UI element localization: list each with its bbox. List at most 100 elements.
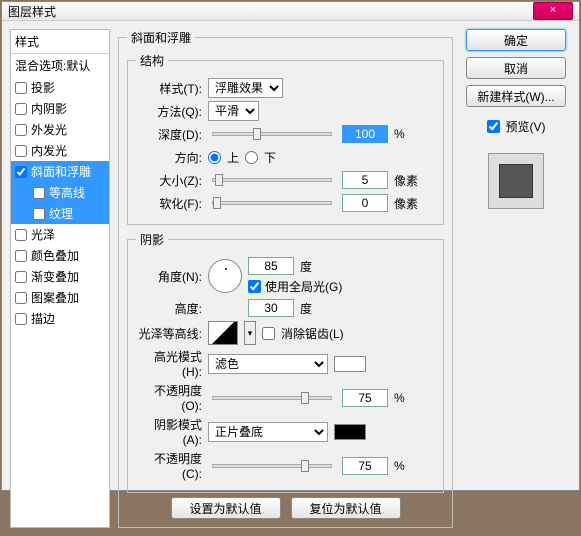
- sidebar-item-5[interactable]: 等高线: [11, 182, 109, 203]
- sidebar-checkbox-9[interactable]: [15, 271, 27, 283]
- layer-style-dialog: 图层样式 × 样式 混合选项:默认 投影内阴影外发光内发光斜面和浮雕等高线纹理光…: [1, 1, 580, 491]
- titlebar[interactable]: 图层样式 ×: [2, 2, 579, 21]
- sidebar-checkbox-6[interactable]: [33, 208, 45, 220]
- angle-input[interactable]: [248, 257, 294, 275]
- size-input[interactable]: [342, 171, 388, 189]
- depth-label: 深度(D):: [136, 126, 202, 143]
- sidebar-label-9: 渐变叠加: [31, 268, 79, 285]
- highlight-mode-label: 高光模式(H):: [136, 348, 202, 379]
- soften-slider[interactable]: [212, 201, 332, 205]
- size-label: 大小(Z):: [136, 172, 202, 189]
- shadow-op-input[interactable]: [342, 457, 388, 475]
- highlight-color[interactable]: [334, 356, 366, 372]
- cancel-button[interactable]: 取消: [466, 57, 566, 79]
- altitude-unit: 度: [300, 300, 312, 317]
- sidebar-item-3[interactable]: 内发光: [11, 140, 109, 161]
- depth-slider[interactable]: [212, 132, 332, 136]
- size-unit: 像素: [394, 172, 418, 189]
- depth-input[interactable]: [342, 125, 388, 143]
- global-light-checkbox[interactable]: [248, 280, 261, 293]
- direction-label: 方向:: [136, 149, 202, 166]
- depth-unit: %: [394, 127, 418, 141]
- ok-button[interactable]: 确定: [466, 29, 566, 51]
- structure-legend: 结构: [136, 52, 168, 69]
- right-panel: 确定 取消 新建样式(W)... 预览(V): [461, 29, 571, 528]
- sidebar-item-6[interactable]: 纹理: [11, 203, 109, 224]
- soften-label: 软化(F):: [136, 195, 202, 212]
- make-default-button[interactable]: 设置为默认值: [171, 497, 281, 519]
- sidebar-item-7[interactable]: 光泽: [11, 224, 109, 245]
- shading-fieldset: 阴影 角度(N): 度 使用全局光(G): [127, 231, 444, 493]
- structure-fieldset: 结构 样式(T): 浮雕效果 方法(Q): 平滑 深度(D): %: [127, 52, 444, 225]
- reset-default-button[interactable]: 复位为默认值: [291, 497, 401, 519]
- shading-legend: 阴影: [136, 231, 168, 248]
- preview-label: 预览(V): [506, 118, 546, 135]
- sidebar-checkbox-7[interactable]: [15, 229, 27, 241]
- new-style-button[interactable]: 新建样式(W)...: [466, 85, 566, 107]
- sidebar-item-8[interactable]: 颜色叠加: [11, 245, 109, 266]
- sidebar-item-2[interactable]: 外发光: [11, 119, 109, 140]
- sidebar-item-11[interactable]: 描边: [11, 308, 109, 329]
- sidebar-label-2: 外发光: [31, 121, 67, 138]
- highlight-op-unit: %: [394, 391, 418, 405]
- sidebar-label-0: 投影: [31, 79, 55, 96]
- angle-unit: 度: [300, 258, 312, 275]
- sidebar-item-9[interactable]: 渐变叠加: [11, 266, 109, 287]
- gloss-contour[interactable]: [208, 321, 238, 345]
- sidebar-checkbox-0[interactable]: [15, 82, 27, 94]
- global-light-label: 使用全局光(G): [265, 278, 342, 295]
- shadow-op-label: 不透明度(C):: [136, 450, 202, 481]
- angle-label: 角度(N):: [136, 268, 202, 285]
- sidebar-checkbox-2[interactable]: [15, 124, 27, 136]
- highlight-op-input[interactable]: [342, 389, 388, 407]
- size-slider[interactable]: [212, 178, 332, 182]
- window-title: 图层样式: [8, 3, 56, 20]
- sidebar-item-1[interactable]: 内阴影: [11, 98, 109, 119]
- preview-checkbox[interactable]: [487, 120, 500, 133]
- sidebar-label-7: 光泽: [31, 226, 55, 243]
- highlight-mode-select[interactable]: 滤色: [208, 354, 328, 374]
- style-label: 样式(T):: [136, 80, 202, 97]
- down-label: 下: [264, 149, 276, 166]
- sidebar-checkbox-5[interactable]: [33, 187, 45, 199]
- shadow-op-slider[interactable]: [212, 464, 332, 468]
- highlight-op-slider[interactable]: [212, 396, 332, 400]
- sidebar-item-10[interactable]: 图案叠加: [11, 287, 109, 308]
- direction-up-radio[interactable]: [208, 151, 221, 164]
- gloss-contour-drop[interactable]: ▾: [244, 321, 256, 345]
- sidebar-checkbox-4[interactable]: [15, 166, 27, 178]
- angle-dial[interactable]: [208, 259, 242, 293]
- technique-label: 方法(Q):: [136, 103, 202, 120]
- sidebar-blend-header[interactable]: 混合选项:默认: [11, 54, 109, 77]
- soften-unit: 像素: [394, 195, 418, 212]
- sidebar-checkbox-1[interactable]: [15, 103, 27, 115]
- up-label: 上: [227, 149, 239, 166]
- sidebar-label-6: 纹理: [49, 205, 73, 222]
- sidebar-checkbox-11[interactable]: [15, 313, 27, 325]
- technique-select[interactable]: 平滑: [208, 101, 259, 121]
- altitude-label: 高度:: [136, 300, 202, 317]
- altitude-input[interactable]: [248, 299, 294, 317]
- sidebar-label-3: 内发光: [31, 142, 67, 159]
- sidebar-label-11: 描边: [31, 310, 55, 327]
- antialias-checkbox[interactable]: [262, 327, 275, 340]
- shadow-mode-select[interactable]: 正片叠底: [208, 422, 328, 442]
- bevel-legend: 斜面和浮雕: [127, 29, 195, 46]
- close-button[interactable]: ×: [533, 2, 573, 20]
- shadow-mode-label: 阴影模式(A):: [136, 416, 202, 447]
- style-select[interactable]: 浮雕效果: [208, 78, 283, 98]
- sidebar-label-4: 斜面和浮雕: [31, 163, 91, 180]
- sidebar-label-10: 图案叠加: [31, 289, 79, 306]
- soften-input[interactable]: [342, 194, 388, 212]
- shadow-op-unit: %: [394, 459, 418, 473]
- highlight-op-label: 不透明度(O):: [136, 382, 202, 413]
- shadow-color[interactable]: [334, 424, 366, 440]
- sidebar-item-0[interactable]: 投影: [11, 77, 109, 98]
- sidebar-checkbox-8[interactable]: [15, 250, 27, 262]
- sidebar-checkbox-3[interactable]: [15, 145, 27, 157]
- sidebar-styles-header[interactable]: 样式: [11, 30, 109, 53]
- styles-sidebar: 样式 混合选项:默认 投影内阴影外发光内发光斜面和浮雕等高线纹理光泽颜色叠加渐变…: [10, 29, 110, 528]
- sidebar-item-4[interactable]: 斜面和浮雕: [11, 161, 109, 182]
- direction-down-radio[interactable]: [245, 151, 258, 164]
- sidebar-checkbox-10[interactable]: [15, 292, 27, 304]
